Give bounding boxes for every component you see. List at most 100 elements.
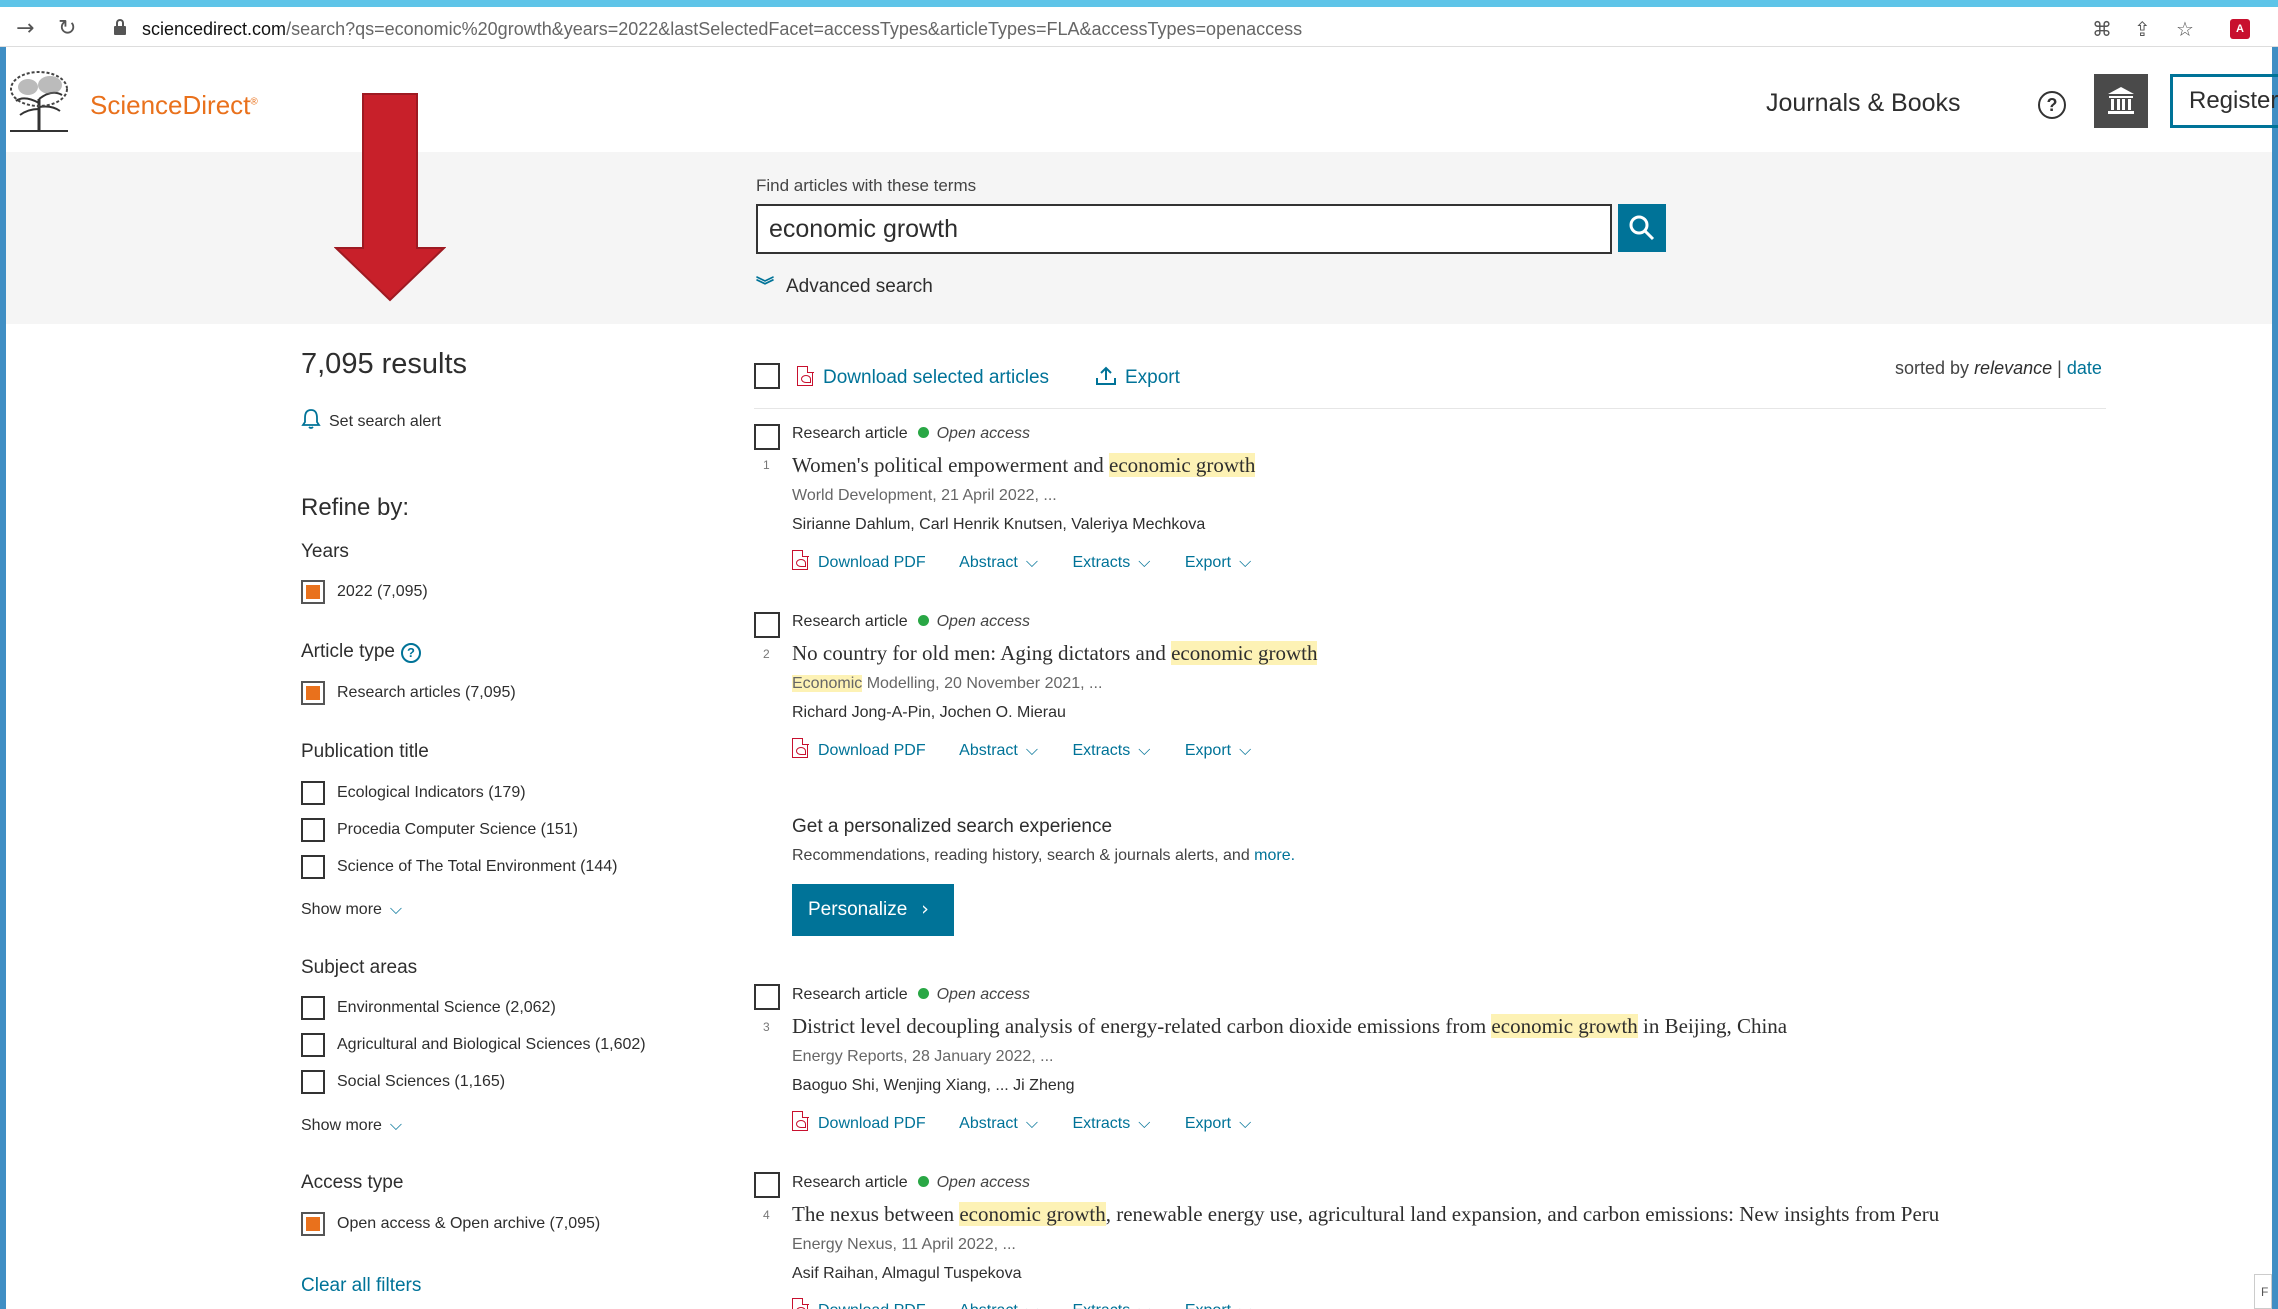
show-more-publications[interactable]: Show more ⌵ bbox=[301, 899, 402, 919]
result-title-link[interactable]: No country for old men: Aging dictators … bbox=[792, 641, 1318, 666]
result-checkbox[interactable] bbox=[754, 612, 780, 638]
facet-item-open-access[interactable]: Open access & Open archive (7,095) bbox=[301, 1212, 600, 1236]
register-button[interactable]: Register bbox=[2170, 74, 2278, 128]
share-icon[interactable]: ⇪ bbox=[2134, 17, 2151, 41]
result-authors: Richard Jong-A-Pin, Jochen O. Mierau bbox=[792, 704, 1066, 721]
clear-all-filters-link[interactable]: Clear all filters bbox=[301, 1275, 421, 1297]
export-toggle[interactable]: Export ⌵ bbox=[1185, 1300, 1251, 1309]
result-checkbox[interactable] bbox=[754, 984, 780, 1010]
facet-item-agricultural-biological[interactable]: Agricultural and Biological Sciences (1,… bbox=[301, 1033, 646, 1057]
checkbox[interactable] bbox=[301, 1033, 325, 1057]
abstract-toggle[interactable]: Abstract ⌵ bbox=[959, 1300, 1038, 1309]
help-icon[interactable]: ? bbox=[400, 643, 421, 663]
checkbox[interactable] bbox=[301, 855, 325, 879]
facet-item-research-articles[interactable]: Research articles (7,095) bbox=[301, 681, 516, 705]
result-checkbox[interactable] bbox=[754, 424, 780, 450]
sciencedirect-brand-logo[interactable]: ScienceDirect® bbox=[90, 90, 258, 121]
search-button[interactable] bbox=[1618, 204, 1666, 252]
facet-item-social-sciences[interactable]: Social Sciences (1,165) bbox=[301, 1070, 505, 1094]
abstract-label: Abstract bbox=[959, 742, 1018, 759]
reload-icon[interactable]: ↻ bbox=[58, 16, 76, 41]
pdf-icon bbox=[792, 1110, 809, 1131]
pdf-icon bbox=[797, 365, 814, 386]
search-input[interactable]: economic growth bbox=[756, 204, 1612, 254]
download-pdf-link[interactable]: Download PDF bbox=[792, 549, 926, 571]
pdf-extension-icon[interactable]: A bbox=[2230, 19, 2250, 39]
export-button[interactable]: Export bbox=[1095, 366, 1180, 389]
checkbox[interactable] bbox=[301, 996, 325, 1020]
export-toggle[interactable]: Export ⌵ bbox=[1185, 1113, 1251, 1132]
result-number: 4 bbox=[763, 1208, 770, 1222]
personalize-button[interactable]: Personalize › bbox=[792, 884, 954, 936]
pdf-icon bbox=[792, 1297, 809, 1309]
export-toggle[interactable]: Export ⌵ bbox=[1185, 740, 1251, 759]
result-checkbox[interactable] bbox=[754, 1172, 780, 1198]
chevron-down-icon: ⌵ bbox=[1138, 1113, 1151, 1132]
extracts-toggle[interactable]: Extracts ⌵ bbox=[1072, 1300, 1150, 1309]
facet-item-ecological-indicators[interactable]: Ecological Indicators (179) bbox=[301, 781, 526, 805]
result-title-link[interactable]: Women's political empowerment and econom… bbox=[792, 453, 1256, 478]
promo-more-link[interactable]: more. bbox=[1254, 847, 1295, 864]
extracts-toggle[interactable]: Extracts ⌵ bbox=[1072, 1113, 1151, 1132]
facet-item-year-2022[interactable]: 2022 (7,095) bbox=[301, 580, 428, 604]
select-all-checkbox[interactable] bbox=[754, 363, 780, 389]
title-text: , renewable energy use, agricultural lan… bbox=[1105, 1202, 1940, 1226]
facet-label: Agricultural and Biological Sciences (1,… bbox=[337, 1036, 646, 1054]
advanced-search-label: Advanced search bbox=[786, 276, 933, 297]
article-type-facet-title: Article type? bbox=[301, 641, 421, 663]
sort-date-link[interactable]: date bbox=[2067, 358, 2102, 378]
facet-item-environmental-science[interactable]: Environmental Science (2,062) bbox=[301, 996, 556, 1020]
abstract-toggle[interactable]: Abstract ⌵ bbox=[959, 1113, 1038, 1132]
abstract-label: Abstract bbox=[959, 554, 1018, 571]
upload-export-icon bbox=[1096, 366, 1116, 385]
advanced-search-toggle[interactable]: ︾ Advanced search bbox=[756, 272, 933, 298]
result-title-link[interactable]: The nexus between economic growth, renew… bbox=[792, 1202, 1939, 1227]
feedback-tab[interactable]: F bbox=[2254, 1274, 2272, 1309]
result-number: 1 bbox=[763, 458, 770, 472]
facet-item-science-total-environment[interactable]: Science of The Total Environment (144) bbox=[301, 855, 617, 879]
journals-books-link[interactable]: Journals & Books bbox=[1766, 89, 1961, 118]
export-label: Export bbox=[1184, 554, 1232, 571]
checkbox[interactable] bbox=[301, 781, 325, 805]
download-pdf-link[interactable]: Download PDF bbox=[792, 1110, 926, 1132]
back-arrow-icon[interactable]: → bbox=[16, 16, 34, 41]
sort-relevance[interactable]: relevance bbox=[1974, 358, 2052, 378]
checkbox[interactable] bbox=[301, 818, 325, 842]
help-icon[interactable]: ? bbox=[2038, 91, 2066, 119]
download-pdf-link[interactable]: Download PDF bbox=[792, 1297, 926, 1309]
extracts-label: Extracts bbox=[1072, 1302, 1130, 1309]
url-field[interactable]: sciencedirect.com/search?qs=economic%20g… bbox=[142, 19, 1302, 40]
checkbox-checked[interactable] bbox=[301, 580, 325, 604]
chevron-down-icon: ⌵ bbox=[1026, 1300, 1038, 1309]
checkbox-checked[interactable] bbox=[301, 1212, 325, 1236]
personalize-promo-text: Recommendations, reading history, search… bbox=[792, 847, 1295, 865]
show-more-subjects[interactable]: Show more ⌵ bbox=[301, 1115, 402, 1135]
url-path: /search?qs=economic%20growth&years=2022&… bbox=[286, 19, 1303, 39]
set-search-alert-link[interactable]: Set search alert bbox=[301, 408, 441, 431]
result-title-link[interactable]: District level decoupling analysis of en… bbox=[792, 1014, 1787, 1039]
search-alert-label: Set search alert bbox=[329, 413, 442, 430]
checkbox-checked[interactable] bbox=[301, 681, 325, 705]
abstract-toggle[interactable]: Abstract ⌵ bbox=[959, 552, 1038, 571]
title-text: Women's political empowerment and bbox=[792, 453, 1110, 477]
translate-icon[interactable]: ⌘ bbox=[2092, 17, 2112, 41]
lock-icon[interactable] bbox=[114, 19, 126, 35]
result-actions: Download PDF Abstract ⌵ Extracts ⌵ Export ⌵ bbox=[792, 737, 1281, 760]
download-pdf-link[interactable]: Download PDF bbox=[792, 737, 926, 759]
elsevier-tree-logo-icon[interactable] bbox=[6, 69, 72, 133]
checkbox[interactable] bbox=[301, 1070, 325, 1094]
open-access-dot-icon bbox=[917, 988, 929, 999]
title-text: The nexus between bbox=[792, 1202, 960, 1226]
extracts-toggle[interactable]: Extracts ⌵ bbox=[1072, 552, 1150, 571]
extracts-label: Extracts bbox=[1072, 1115, 1131, 1132]
abstract-toggle[interactable]: Abstract ⌵ bbox=[959, 740, 1038, 759]
institution-button[interactable] bbox=[2094, 74, 2148, 128]
access-label: Open access bbox=[936, 986, 1030, 1003]
extracts-toggle[interactable]: Extracts ⌵ bbox=[1072, 740, 1150, 759]
facet-item-procedia-computer-science[interactable]: Procedia Computer Science (151) bbox=[301, 818, 578, 842]
publication-title-facet-title: Publication title bbox=[301, 741, 429, 762]
download-selected-articles-button[interactable]: Download selected articles bbox=[797, 365, 1049, 389]
export-toggle[interactable]: Export ⌵ bbox=[1184, 552, 1251, 571]
search-label: Find articles with these terms bbox=[756, 176, 977, 195]
bookmark-star-icon[interactable]: ☆ bbox=[2176, 17, 2194, 41]
